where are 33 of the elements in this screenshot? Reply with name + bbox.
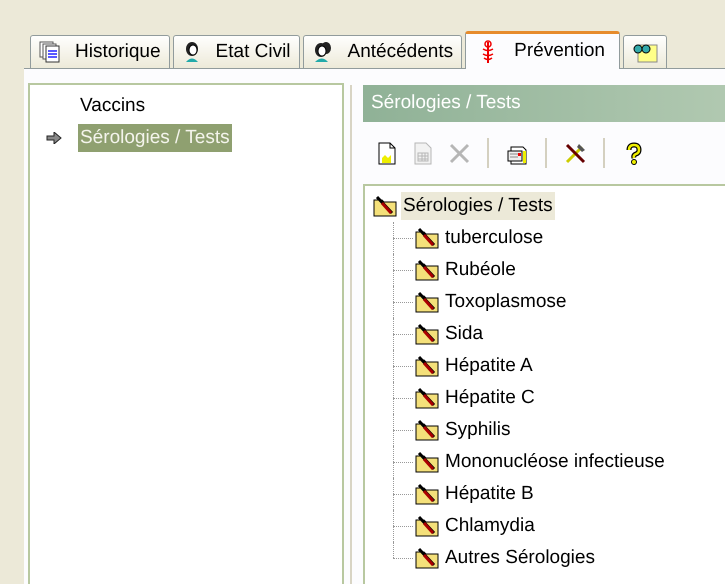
syringe-folder-icon [415, 515, 439, 537]
syringe-folder-icon [373, 195, 397, 217]
tree-item[interactable]: tuberculose [443, 224, 546, 252]
tree-item[interactable]: Chlamydia [443, 512, 537, 540]
documents-icon [39, 41, 61, 63]
syringe-folder-icon [415, 355, 439, 377]
syringe-folder-icon [415, 259, 439, 281]
tree-item[interactable]: Hépatite B [443, 480, 536, 508]
tree-item[interactable]: Sérologies / Tests [401, 192, 555, 220]
syringe-folder-icon [415, 291, 439, 313]
arrow-icon [46, 132, 62, 144]
syringe-folder-icon [415, 483, 439, 505]
sidebar-item[interactable]: Vaccins [78, 92, 148, 120]
syringe-folder-icon [415, 547, 439, 569]
tree-item[interactable]: Hépatite C [443, 384, 537, 412]
tree-item[interactable]: Mononucléose infectieuse [443, 448, 667, 476]
tree-item[interactable]: Rubéole [443, 256, 518, 284]
tab[interactable] [623, 35, 667, 68]
syringe-folder-icon [415, 227, 439, 249]
syringe-folder-icon [415, 419, 439, 441]
tab[interactable]: Etat Civil [172, 35, 300, 68]
tree-item[interactable]: Syphilis [443, 416, 512, 444]
syringe-folder-icon [415, 387, 439, 409]
tree-item[interactable]: Autres Sérologies [443, 544, 597, 572]
tab[interactable]: Historique [30, 35, 170, 68]
tree-item[interactable]: Hépatite A [443, 352, 535, 380]
panel-title-bar: Sérologies / Tests [363, 85, 725, 122]
syringe-folder-icon [415, 323, 439, 345]
tree-item[interactable]: Sida [443, 320, 486, 348]
syringe-folder-icon [415, 451, 439, 473]
tab[interactable]: Antécédents [302, 35, 462, 68]
tab[interactable]: Prévention [465, 31, 620, 69]
tree-item[interactable]: Toxoplasmose [443, 288, 568, 316]
